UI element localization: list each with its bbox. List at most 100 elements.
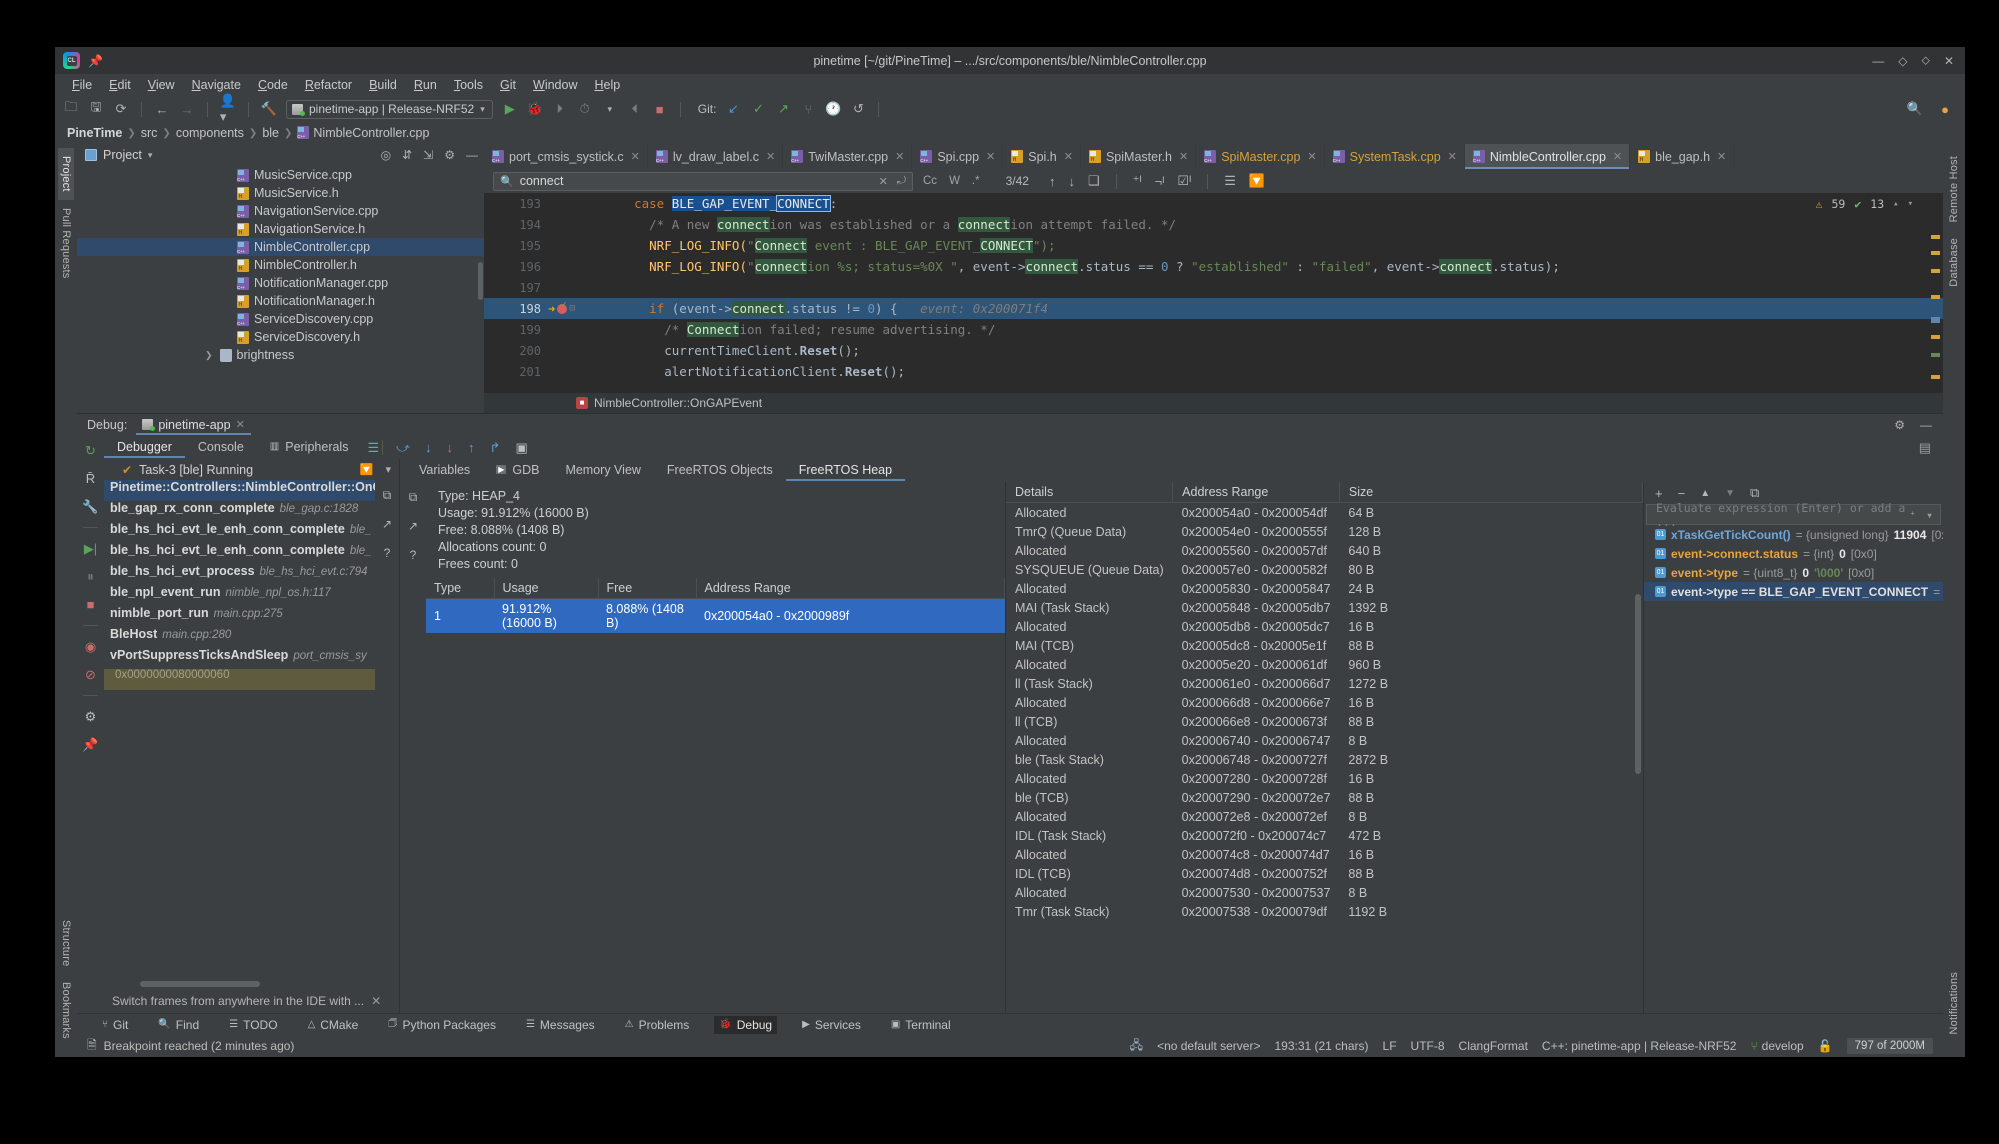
code-editor[interactable]: 193 case BLE_GAP_EVENT_CONNECT: 194 /* A … [484,193,1943,413]
tree-item[interactable]: MusicService.h [77,184,484,202]
code-line[interactable]: 196 NRF_LOG_INFO("connection %s; status=… [484,256,1943,277]
hide-icon[interactable]: — [1920,418,1932,432]
watch-row[interactable]: 01 event->type == BLE_GAP_EVENT_CONNECT = … [1644,582,1943,601]
prev-match-icon[interactable]: ↑ [1049,174,1056,189]
tool-window-problems[interactable]: ⚠ Problems [620,1016,695,1034]
git-commit-icon[interactable]: ✓ [750,101,766,117]
regex-toggle[interactable]: .* [972,175,980,187]
tool-window-python-packages[interactable]: 🗇 Python Packages [383,1014,501,1035]
frame-row[interactable]: 0x0000000080000060 [104,669,375,690]
menu-item-build[interactable]: Build [361,76,405,94]
details-row[interactable]: SYSQUEUE (Queue Data) 0x200057e0 - 0x2000… [1006,560,1643,579]
close-icon[interactable]: ✕ [1307,150,1316,163]
settings-gear-icon[interactable]: ⚙ [82,708,99,725]
editor-tab-spimaster-h[interactable]: SpiMaster.h ✕ [1081,144,1197,169]
heap-table[interactable]: Type Usage Free Address Range 1 91.912% (… [426,578,1005,633]
settings-gear-icon[interactable]: ⚙ [1894,418,1905,432]
attach-icon[interactable]: ⏴ [627,101,643,117]
close-icon[interactable]: ✕ [895,150,904,163]
add-selection-icon[interactable]: ⁺ᴵ [1133,173,1142,189]
frames-list[interactable]: Pinetime::Controllers::NimbleController:… [104,480,375,979]
details-row[interactable]: Allocated 0x200072e8 - 0x200072ef 8 B [1006,807,1643,826]
move-up-icon[interactable]: ▲ [1700,488,1710,499]
tree-item[interactable]: NavigationService.cpp [77,202,484,220]
code-line[interactable]: 200 currentTimeClient.Reset(); [484,340,1943,361]
expand-all-icon[interactable]: ⇵ [402,148,412,162]
frame-row[interactable]: vPortSuppressTicksAndSleep port_cmsis_sy [104,648,375,669]
frame-row[interactable]: ble_gap_rx_conn_complete ble_gap.c:1828 [104,501,375,522]
view-breakpoints-icon[interactable]: ◉ [82,638,99,655]
project-tree[interactable]: MusicService.cpp MusicService.h Navigation… [77,166,484,413]
editor-tab-port-cmsis-systick-c[interactable]: port_cmsis_systick.c ✕ [484,144,648,169]
frame-row[interactable]: ble_hs_hci_evt_le_enh_conn_complete ble_ [104,543,375,564]
code-context-breadcrumb[interactable]: ■ NimbleController::OnGAPEvent [484,393,1943,413]
menu-item-code[interactable]: Code [250,76,296,94]
inspection-widget[interactable]: ⚠ 59 ✔ 13 ▴ ▾ [1816,197,1913,211]
match-case-toggle[interactable]: Cc [923,175,937,187]
details-row[interactable]: Tmr (Task Stack) 0x20007538 - 0x200079df 1… [1006,902,1643,921]
run-configuration-selector[interactable]: pinetime-app | Release-NRF52 ▾ [286,99,493,119]
rerun-icon[interactable]: ↻ [82,442,99,459]
heap-col-usage[interactable]: Usage [494,578,599,599]
add-icon[interactable]: ⁺ [1909,508,1916,522]
stop-icon[interactable]: ■ [82,596,99,613]
status-formatter[interactable]: ClangFormat [1459,1039,1528,1053]
frames-horizontal-scrollbar[interactable] [140,981,363,987]
tree-item[interactable]: NavigationService.h [77,220,484,238]
copy-icon[interactable]: ⧉ [1750,485,1759,501]
whole-words-toggle[interactable]: W [949,175,960,187]
forward-arrow-icon[interactable]: → [179,101,195,117]
code-line[interactable]: 194 /* A new connection was established … [484,214,1943,235]
tab-freertos-heap[interactable]: FreeRTOS Heap [786,461,905,481]
filter-icon[interactable]: 🔽 [360,463,374,476]
breadcrumb-item-3[interactable]: ble [262,126,279,140]
evaluate-icon[interactable]: ▣ [515,440,527,456]
close-icon[interactable]: ✕ [986,150,995,163]
sidebar-item-notifications[interactable]: Notifications [1946,964,1962,1043]
settings-gear-icon[interactable]: ⚙ [444,148,455,162]
status-caret-position[interactable]: 193:31 (21 chars) [1274,1039,1368,1053]
tool-window-cmake[interactable]: △ CMake [303,1016,364,1034]
breakpoint-icon[interactable] [557,300,568,314]
code-line[interactable]: 199 /* Connection failed; resume adverti… [484,319,1943,340]
tree-item[interactable]: NimbleController.h [77,256,484,274]
next-match-icon[interactable]: ↓ [1068,174,1075,189]
maximize-icon[interactable]: ⬦ [1922,53,1930,68]
details-row[interactable]: ble (TCB) 0x20007290 - 0x200072e7 88 B [1006,788,1643,807]
heap-details-table[interactable]: Details Address Range Size Allocated 0x20… [1006,482,1644,921]
frame-row[interactable]: Pinetime::Controllers::NimbleController:… [104,480,375,501]
build-hammer-icon[interactable]: 🔨 [261,101,277,117]
tool-window-messages[interactable]: ☰ Messages [521,1016,600,1034]
tool-window-terminal[interactable]: ▣ Terminal [886,1016,956,1034]
tool-window-todo[interactable]: ☰ TODO [224,1016,282,1034]
evaluate-expression-input[interactable]: Evaluate expression (Enter) or add a ...… [1646,501,1941,529]
frame-row[interactable]: ble_npl_event_run nimble_npl_os.h:117 [104,585,375,606]
search-field[interactable]: 🔍 ✕ ⤾ [493,171,913,191]
locate-icon[interactable]: ◎ [381,148,391,162]
code-line[interactable]: 195 NRF_LOG_INFO("Connect event : BLE_GA… [484,235,1943,256]
minimize-icon[interactable]: — [1872,54,1884,68]
frame-row[interactable]: ble_hs_hci_evt_process ble_hs_hci_evt.c:7… [104,564,375,585]
menu-item-run[interactable]: Run [406,76,445,94]
tool-window-services[interactable]: ▶ Services [797,1016,866,1034]
details-row[interactable]: Allocated 0x20006740 - 0x20006747 8 B [1006,731,1643,750]
chevron-down-icon[interactable]: ▾ [385,463,391,476]
sidebar-item-project[interactable]: Project [58,148,74,200]
profile-icon[interactable]: ⏱ [577,101,593,117]
breadcrumb-item-4[interactable]: NimbleController.cpp [297,126,429,140]
mute-breakpoints-icon[interactable]: ⊘ [82,666,99,683]
code-line[interactable]: 198➜⊟ if (event->connect.status != 0) { … [484,298,1943,319]
tool-window-git[interactable]: ⑂ Git [97,1016,133,1034]
git-push-icon[interactable]: ↗ [775,101,791,117]
editor-tab-spi-h[interactable]: Spi.h ✕ [1003,144,1081,169]
filter-scope-icon[interactable]: ☰ [1224,173,1236,189]
details-row[interactable]: Allocated 0x200074c8 - 0x200074d7 16 B [1006,845,1643,864]
code-line[interactable]: 193 case BLE_GAP_EVENT_CONNECT: [484,193,1943,214]
export-icon[interactable]: ↗ [379,516,395,532]
tab-freertos-objects[interactable]: FreeRTOS Objects [654,461,786,481]
sidebar-item-pull-requests[interactable]: Pull Requests [58,200,74,286]
details-row[interactable]: Allocated 0x20007530 - 0x20007537 8 B [1006,883,1643,902]
copy-icon[interactable]: ⧉ [379,487,395,503]
menu-item-navigate[interactable]: Navigate [184,76,249,94]
breadcrumb-item-0[interactable]: PineTime [67,126,122,140]
